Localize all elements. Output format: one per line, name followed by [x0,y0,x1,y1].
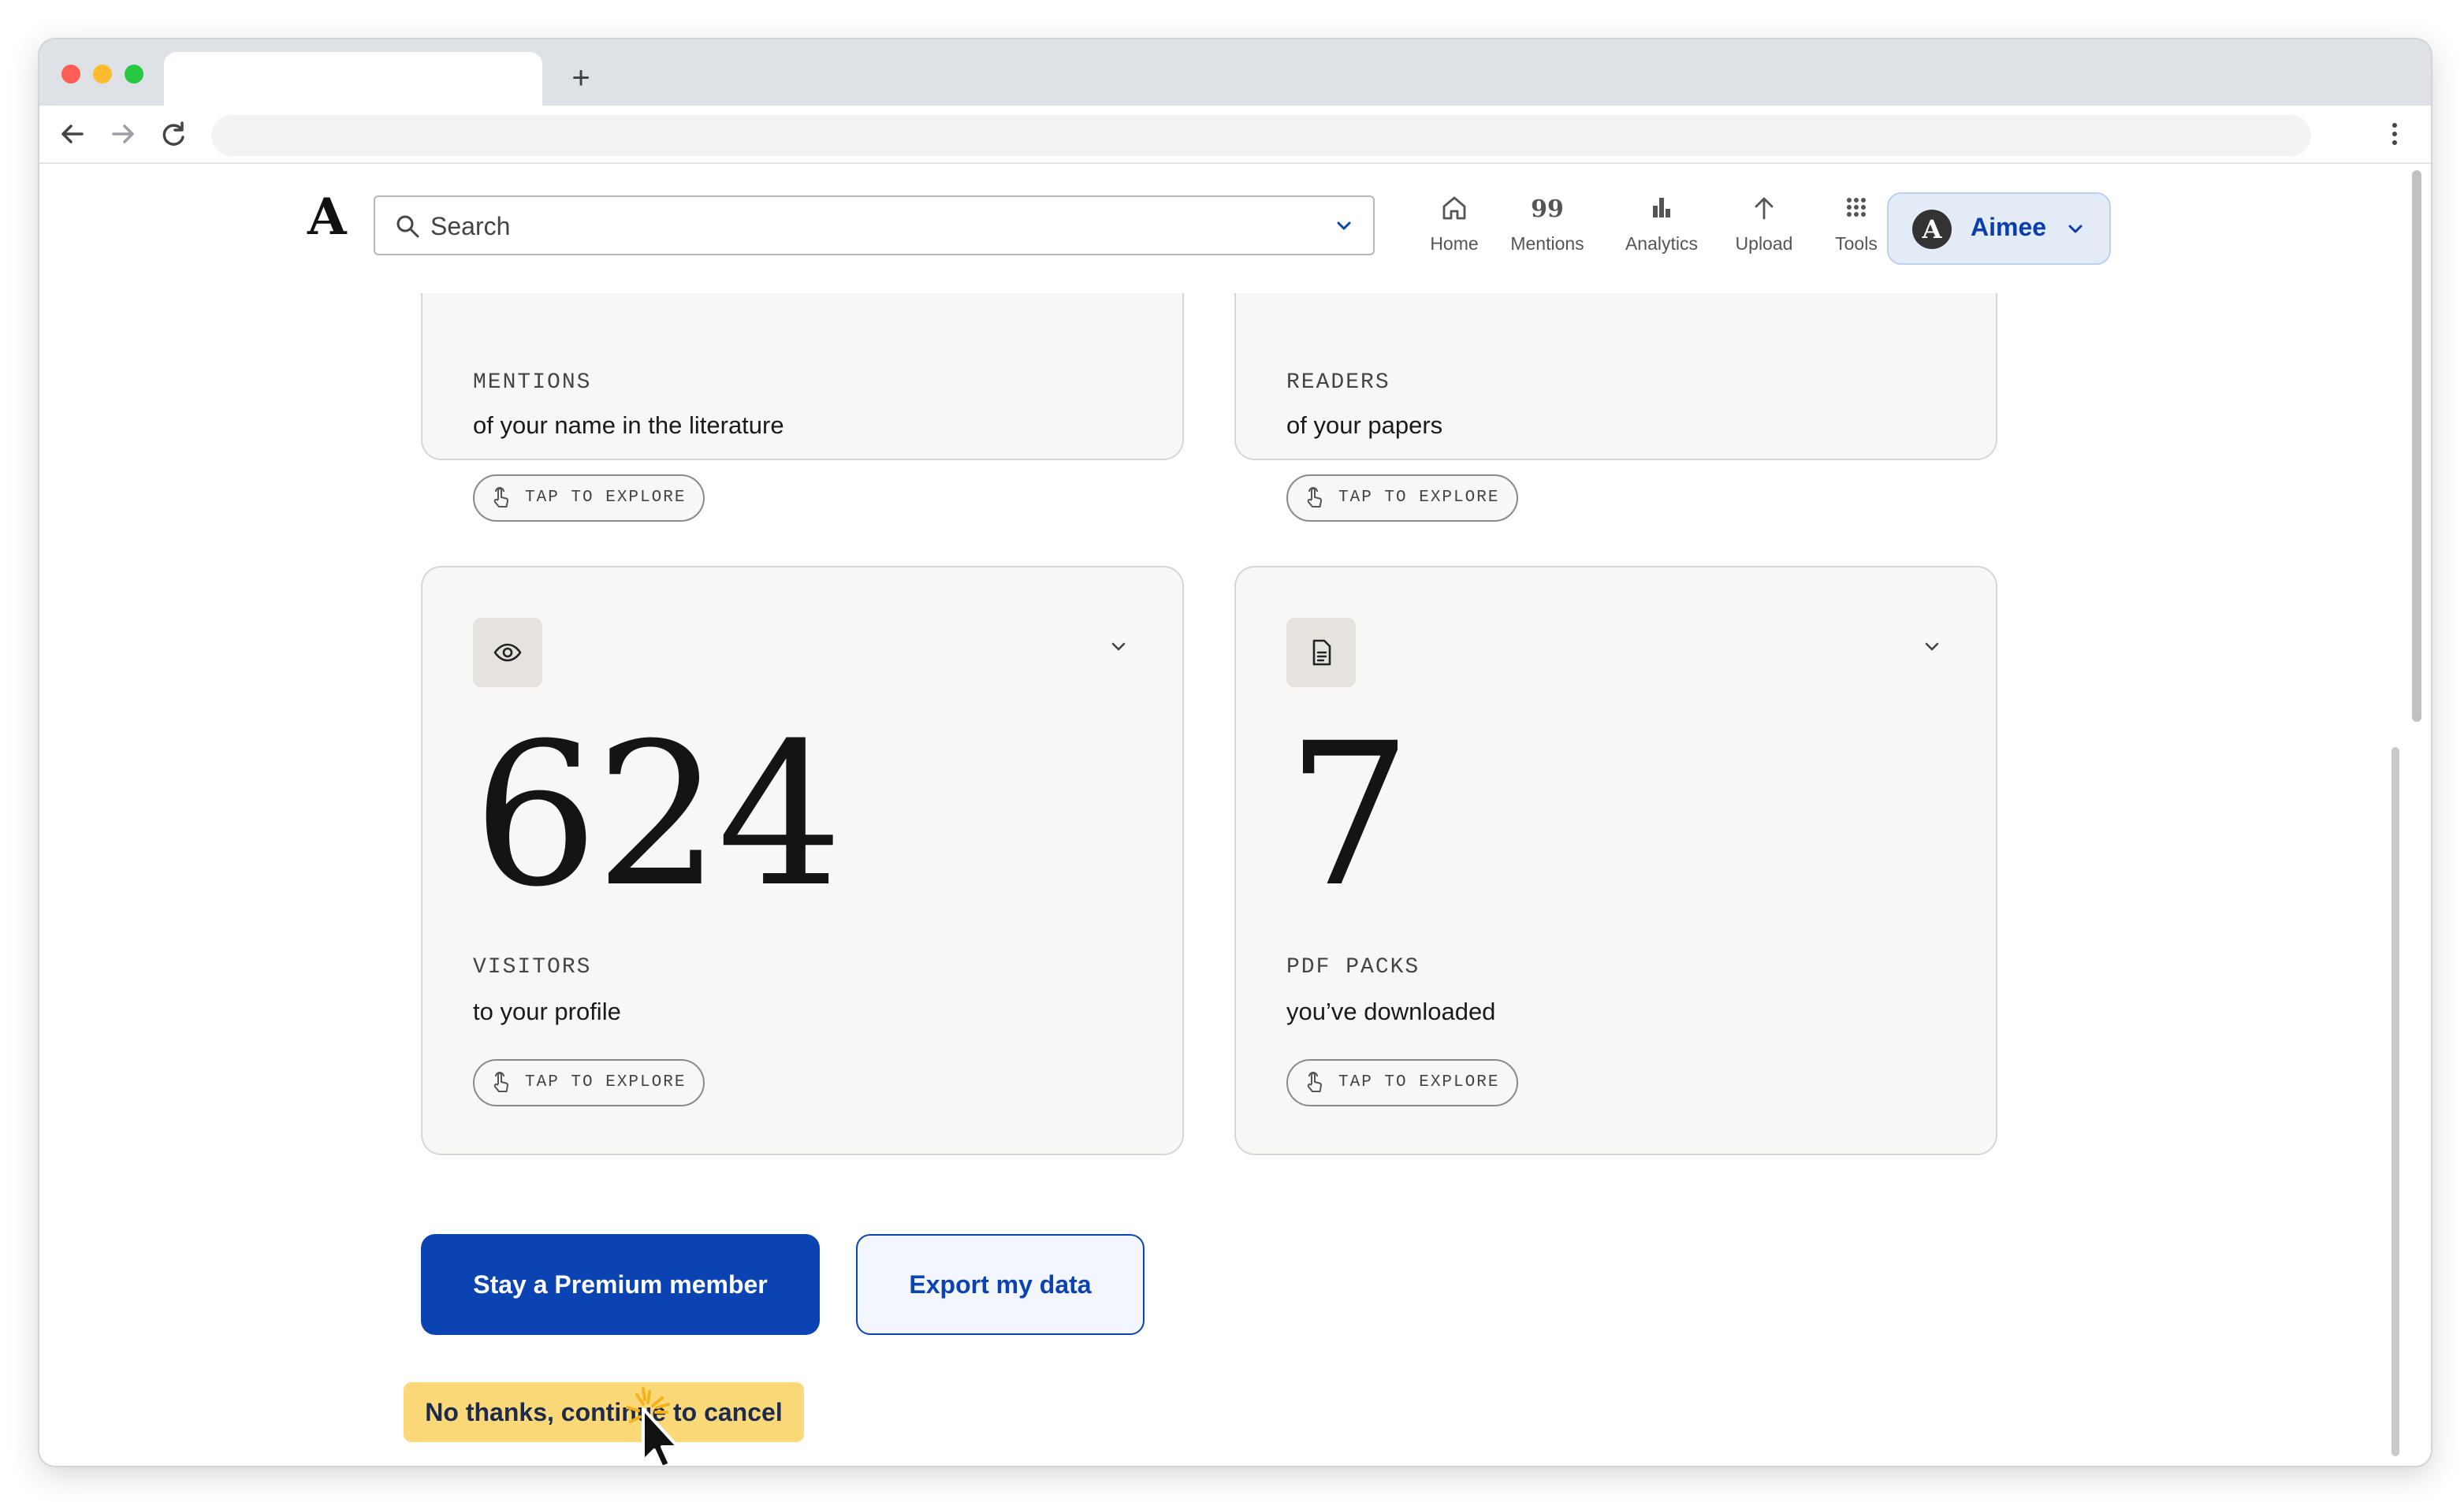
nav-label: Upload [1735,233,1793,254]
avatar: A [1912,210,1952,249]
chevron-down-icon[interactable] [1332,214,1356,238]
browser-toolbar [39,106,2431,164]
chevron-down-icon[interactable] [1107,635,1130,659]
account-name: Aimee [1971,213,2047,241]
arrow-left-icon [61,125,84,143]
browser-menu-button[interactable] [2373,112,2417,156]
metric-subtitle: of your name in the literature [473,411,784,439]
secondary-scrollbar-thumb[interactable] [2391,747,2399,1456]
search-bar[interactable] [374,195,1375,255]
eye-icon [493,643,522,662]
continue-to-cancel-link[interactable]: No thanks, continue to cancel [404,1382,804,1442]
metric-value: 7 [1286,701,1412,930]
metric-card-visitors[interactable]: 624 VISITORS to your profile TAP TO EXPL… [421,566,1184,1155]
metric-subtitle: of your papers [1286,411,1443,439]
metric-label: VISITORS [473,955,592,980]
metric-icon-box [473,618,542,687]
tap-hand-icon [493,1072,509,1092]
metric-icon-box [1286,618,1356,687]
tap-hand-icon [1307,1072,1323,1092]
tap-hand-icon [493,487,509,507]
nav-mentions[interactable]: 99 Mentions [1488,192,1606,263]
document-icon [1312,639,1331,666]
metric-label: PDF PACKS [1286,955,1420,980]
metric-subtitle: you’ve downloaded [1286,998,1496,1025]
forward-button[interactable] [101,112,145,156]
browser-window: + MENTIONS of your name in the literatur… [39,39,2431,1466]
reload-button[interactable] [151,112,195,156]
close-window-button[interactable] [61,65,80,84]
home-icon [1442,196,1466,220]
scrollbar-thumb[interactable] [2412,170,2421,722]
metric-subtitle: to your profile [473,998,621,1025]
metric-card-pdf-packs[interactable]: 7 PDF PACKS you’ve downloaded TAP TO EXP… [1234,566,1997,1155]
nav-label: Mentions [1510,233,1584,254]
page-content: MENTIONS of your name in the literature … [39,164,2431,1466]
back-button[interactable] [50,112,95,156]
nav-label: Home [1430,233,1479,254]
metric-label: MENTIONS [473,370,592,395]
account-menu-button[interactable]: A Aimee [1887,192,2111,265]
maximize-window-button[interactable] [125,65,143,84]
tab-bar: + [39,39,2431,106]
upload-arrow-icon [1755,197,1774,220]
export-data-button[interactable]: Export my data [856,1234,1145,1335]
site-header: A Home 99 Mentions Analytics Upload [39,164,2373,293]
page-scrollbar[interactable] [2391,164,2428,1466]
explore-label: TAP TO EXPLORE [525,1073,687,1091]
new-tab-button[interactable]: + [560,57,602,99]
reload-icon [162,121,184,146]
minimize-window-button[interactable] [93,65,112,84]
search-icon [396,215,419,238]
more-vertical-icon [2392,123,2397,145]
explore-label: TAP TO EXPLORE [1338,489,1500,507]
quote-icon: 99 [1531,195,1564,223]
address-bar[interactable] [211,115,2311,156]
browser-tab[interactable] [164,52,542,106]
tap-to-explore-button[interactable]: TAP TO EXPLORE [1286,1059,1519,1106]
metric-label: READERS [1286,370,1390,395]
nav-home[interactable]: Home [1411,192,1498,263]
stay-premium-button[interactable]: Stay a Premium member [421,1234,820,1335]
chevron-down-icon [2068,225,2082,233]
bar-chart-icon [1653,198,1670,217]
arrow-right-icon [112,125,134,143]
tap-to-explore-button[interactable]: TAP TO EXPLORE [473,474,705,522]
tap-to-explore-button[interactable]: TAP TO EXPLORE [473,1059,705,1106]
site-logo[interactable]: A [307,192,347,243]
metric-value: 624 [473,701,843,930]
tap-to-explore-button[interactable]: TAP TO EXPLORE [1286,474,1519,522]
tap-hand-icon [1307,487,1323,507]
grid-icon [1847,198,1866,217]
nav-upload[interactable]: Upload [1709,192,1819,263]
chevron-down-icon[interactable] [1920,635,1944,659]
explore-label: TAP TO EXPLORE [525,489,687,507]
search-input[interactable] [429,206,1299,246]
explore-label: TAP TO EXPLORE [1338,1073,1500,1091]
